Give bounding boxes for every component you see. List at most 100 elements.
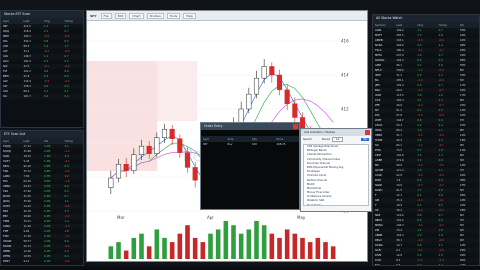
taskbar [0, 266, 480, 270]
volume-bar [277, 237, 282, 259]
volume-bar [185, 225, 190, 259]
right-watch-title[interactable]: All Stocks Watch [373, 15, 479, 22]
volume-bar [323, 242, 328, 259]
candle-body [184, 152, 191, 168]
volume-bar [162, 237, 167, 259]
table-row[interactable]: DPST 9.12 0.1M -2.6 [1, 259, 83, 264]
order-cell[interactable]: Buy [226, 142, 251, 147]
candle-body [123, 164, 129, 171]
time-tick-label: Mar [117, 215, 125, 220]
volume-bar [223, 221, 229, 259]
table-cell: 0.4 [44, 95, 49, 98]
candle-body [261, 66, 267, 79]
period-input[interactable]: 14 [332, 137, 344, 142]
table-row[interactable]: XLI 101.7 0.4 0.4 [1, 94, 83, 99]
chart-menu-item[interactable]: Edit [114, 12, 127, 19]
volume-bar [307, 242, 313, 259]
studies-dialog[interactable]: Add Indicators / Studies Search Period 1… [300, 128, 372, 212]
volume-profile-zone [157, 61, 197, 121]
volume-bar [192, 237, 198, 259]
volume-bars [108, 221, 336, 259]
volume-bar [139, 233, 144, 259]
price-tick-label: 412 [341, 107, 349, 112]
scan-rows: TQQQ 27.14 3.1M 2.1 SQQQ 31.88 2.4M -2.2 SOXL 18.… [1, 144, 83, 264]
candle-body [161, 128, 168, 138]
chart-toolbar: SPY File Edit Chart Studies Tools Help [87, 11, 367, 21]
volume-bar [315, 237, 321, 259]
chart-menu-item[interactable]: Tools [166, 12, 181, 19]
watchlist-rows: SPY 412.5 1.2 0.3 QQQ 318.4 2.1 0.7 IWM 185.1 -0.4… [1, 24, 83, 99]
volume-bar [169, 242, 175, 259]
table-cell: -2.6 [64, 260, 70, 263]
volume-bar [254, 221, 259, 259]
volume-bar [231, 225, 236, 259]
watchlist-title[interactable]: Stocks ETF Scan [1, 11, 83, 18]
chart-symbol[interactable]: SPY [90, 14, 97, 18]
candle-body [154, 137, 160, 154]
chart-menu-item[interactable]: Help [183, 12, 197, 19]
ok-button[interactable]: OK [361, 138, 369, 141]
studies-search-row: Search Period 14 OK [301, 136, 371, 143]
table-cell: 0.4 [64, 95, 69, 98]
volume-bar [246, 229, 252, 259]
order-entry-dialog[interactable]: Order Entry Sym Side Qty Price SPY Buy 100 408… [200, 122, 300, 210]
period-label: Period [321, 138, 331, 141]
volume-bar [284, 229, 290, 259]
order-row[interactable]: SPY Buy 100 408.25 [201, 142, 299, 147]
volume-bar [269, 233, 275, 259]
volume-bar [131, 237, 137, 259]
candle-body [115, 164, 122, 179]
volume-bar [261, 225, 267, 259]
volume-bar [177, 233, 183, 259]
order-cell[interactable]: SPY [201, 142, 226, 147]
candle-body [177, 138, 183, 153]
volume-bar [292, 233, 298, 259]
candle-body [192, 167, 198, 181]
candle-body [138, 145, 145, 155]
candle-body [276, 74, 283, 91]
left-top-watchlist: Stocks ETF Scan Sym Last Chg %Chg SPY 412.5 1… [0, 10, 84, 128]
volume-bar [300, 237, 305, 259]
table-cell: 101.7 [23, 95, 31, 98]
chart-menu-item[interactable]: File [100, 12, 112, 19]
candle-body [146, 145, 152, 154]
studies-list[interactable]: ADX Average Directional Bollinger Bands Ch… [303, 144, 369, 206]
price-tick-label: 416 [341, 39, 349, 44]
volume-profile-zone [87, 61, 157, 171]
order-entry-title[interactable]: Order Entry [201, 123, 299, 130]
table-cell: 9.12 [23, 260, 30, 263]
volume-bar [154, 229, 160, 259]
candle-body [253, 77, 260, 95]
volume-bar [215, 229, 221, 259]
time-tick-label: May [297, 215, 306, 220]
table-cell: XLI [3, 95, 7, 98]
candle-body [131, 154, 137, 171]
volume-bar [208, 233, 213, 259]
close-icon[interactable] [365, 130, 370, 135]
order-cell[interactable]: 100 [250, 142, 275, 147]
chart-menu-item[interactable]: Studies [146, 12, 164, 19]
studies-title[interactable]: Add Indicators / Studies [301, 129, 371, 136]
volume-bar [123, 250, 129, 259]
candle-body [292, 103, 298, 118]
candle-body [246, 93, 252, 110]
right-watch-rows: AAPL 149.2 1.1 0.7 52M MSFT 284.5 2.3 0.8 24M AMZN… [373, 28, 479, 265]
volume-bar [108, 246, 114, 259]
close-icon[interactable] [293, 124, 298, 129]
study-item[interactable]: Pivot Points [304, 204, 368, 205]
volume-bar [330, 246, 336, 259]
table-cell: 0.1M [44, 260, 51, 263]
right-watchlist: All Stocks Watch Symbol Last Chg %Chg Vol AA… [372, 14, 480, 266]
candle-body [108, 177, 114, 188]
price-tick-label: 414 [341, 73, 349, 78]
order-cell[interactable]: 408.25 [275, 142, 300, 147]
candle-body [284, 89, 290, 104]
volume-bar [200, 242, 206, 259]
search-label: Search [303, 138, 312, 141]
chart-menu-item[interactable]: Chart [129, 12, 144, 19]
time-axis: Mar Apr May [117, 215, 306, 220]
left-bottom-watchlist: ETF Scan List Sym Last Vol %Chg TQQQ 27.14 3.… [0, 130, 84, 266]
table-cell: DPST [3, 260, 10, 263]
chart-menu: File Edit Chart Studies Tools Help [100, 12, 197, 19]
scan-title[interactable]: ETF Scan List [1, 131, 83, 138]
